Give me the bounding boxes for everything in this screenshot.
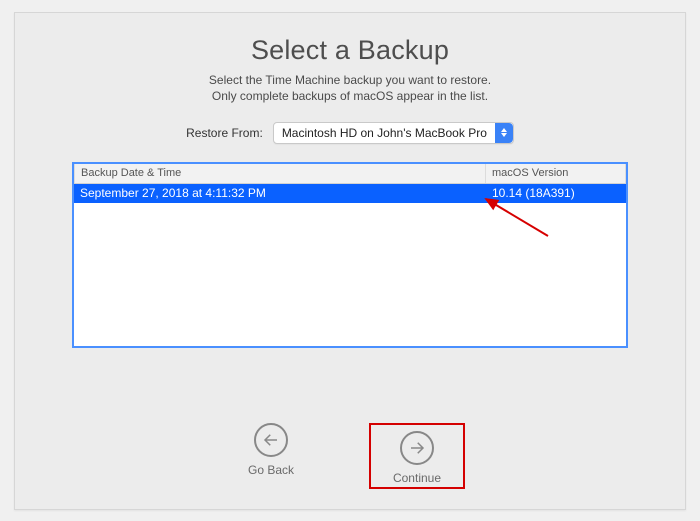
backup-list-header: Backup Date & Time macOS Version <box>74 164 626 184</box>
subtitle-line1: Select the Time Machine backup you want … <box>209 73 491 87</box>
go-back-button[interactable]: Go Back <box>235 423 307 489</box>
arrow-left-icon <box>254 423 288 457</box>
restore-from-value: Macintosh HD on John's MacBook Pro <box>282 126 495 140</box>
backup-list[interactable]: Backup Date & Time macOS Version Septemb… <box>72 162 628 348</box>
continue-highlight: Continue <box>369 423 465 489</box>
column-header-version[interactable]: macOS Version <box>486 164 626 183</box>
arrow-right-icon <box>400 431 434 465</box>
continue-button[interactable]: Continue <box>381 431 453 485</box>
continue-label: Continue <box>393 471 441 485</box>
cell-version: 10.14 (18A391) <box>486 184 626 203</box>
select-arrows-icon <box>495 123 513 143</box>
page-title: Select a Backup <box>15 35 685 66</box>
subtitle-line2: Only complete backups of macOS appear in… <box>212 89 488 103</box>
restore-from-select[interactable]: Macintosh HD on John's MacBook Pro <box>273 122 514 144</box>
select-backup-panel: Select a Backup Select the Time Machine … <box>14 12 686 510</box>
cell-datetime: September 27, 2018 at 4:11:32 PM <box>74 184 486 203</box>
restore-from-row: Restore From: Macintosh HD on John's Mac… <box>15 122 685 144</box>
table-row[interactable]: September 27, 2018 at 4:11:32 PM 10.14 (… <box>74 184 626 203</box>
footer-nav: Go Back Continue <box>15 423 685 489</box>
column-header-datetime[interactable]: Backup Date & Time <box>74 164 486 183</box>
page-subtitle: Select the Time Machine backup you want … <box>15 72 685 104</box>
restore-from-label: Restore From: <box>186 126 263 140</box>
go-back-label: Go Back <box>248 463 294 477</box>
